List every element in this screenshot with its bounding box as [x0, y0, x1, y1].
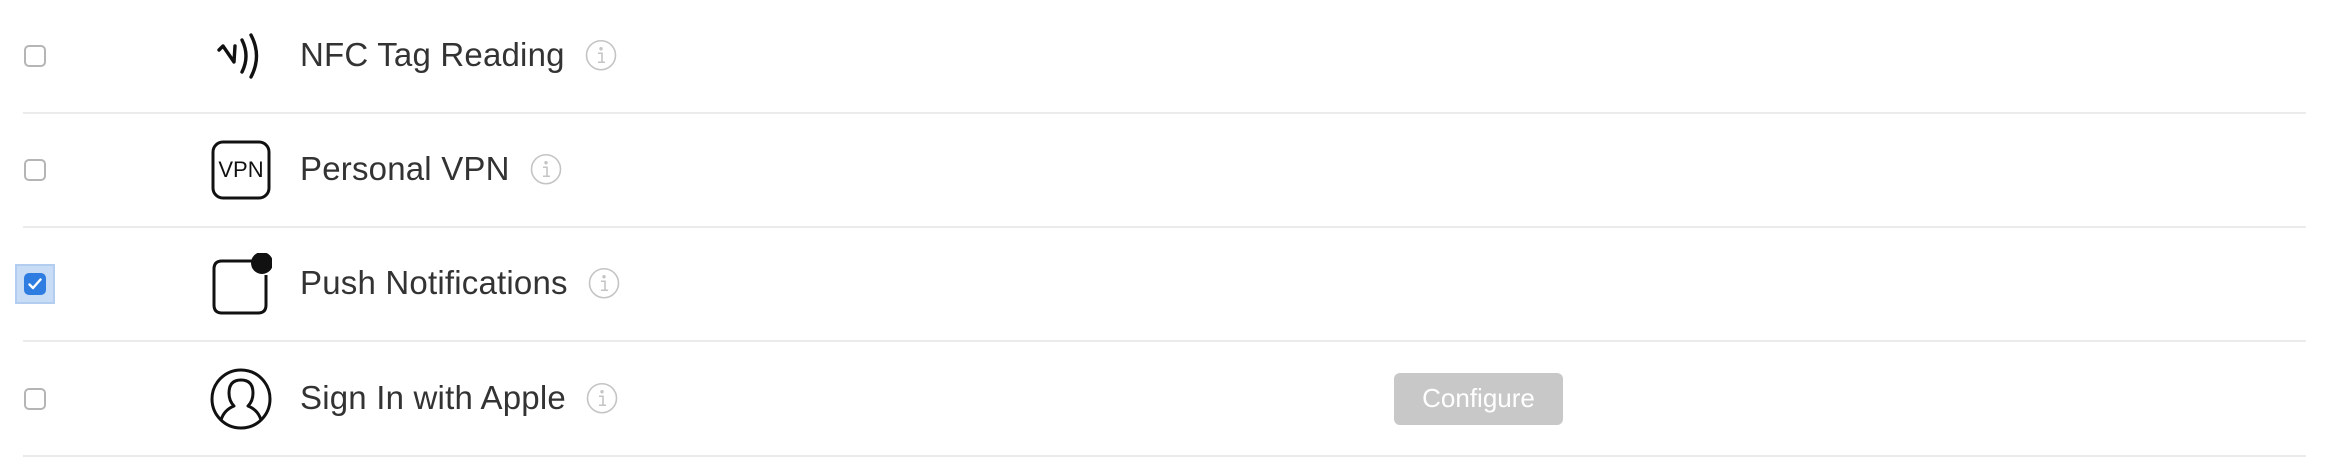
configure-button[interactable]: Configure: [1394, 372, 1563, 425]
capability-name: Sign In with Apple: [300, 378, 566, 416]
vpn-checkbox[interactable]: [24, 159, 46, 181]
info-icon[interactable]: [586, 382, 618, 414]
person-circle-icon: [210, 368, 272, 430]
capability-name: Personal VPN: [300, 150, 510, 188]
capability-label: Sign In with Apple: [300, 379, 618, 417]
capability-name: NFC Tag Reading: [300, 36, 565, 74]
capability-row-sign-in-with-apple: Sign In with Apple Configure: [23, 342, 2306, 457]
checkbox-wrapper: [15, 379, 55, 419]
push-notification-icon: [210, 253, 272, 315]
vpn-icon: VPN: [210, 139, 272, 201]
checkbox-wrapper: [15, 150, 55, 190]
capability-row-nfc: NFC Tag Reading: [23, 0, 2306, 114]
checkbox-focus-ring: [15, 264, 55, 304]
info-icon[interactable]: [588, 267, 620, 299]
info-icon[interactable]: [585, 39, 617, 71]
info-icon[interactable]: [530, 153, 562, 185]
capability-label: Push Notifications: [300, 264, 620, 302]
capability-name: Push Notifications: [300, 264, 568, 302]
capability-row-vpn: VPN Personal VPN: [23, 114, 2306, 228]
capability-label: Personal VPN: [300, 150, 562, 188]
checkbox-wrapper: [15, 36, 55, 76]
capabilities-list: NFC Tag Reading VPN Personal VPN Push No…: [15, 0, 2306, 457]
vpn-icon-text: VPN: [218, 157, 264, 182]
capability-label: NFC Tag Reading: [300, 36, 617, 74]
nfc-checkbox[interactable]: [24, 45, 46, 67]
capability-row-push: Push Notifications: [15, 228, 2306, 342]
sign-in-with-apple-checkbox[interactable]: [24, 387, 46, 410]
nfc-icon: [210, 25, 272, 87]
checkmark-icon: [28, 278, 42, 290]
push-checkbox[interactable]: [24, 273, 46, 295]
